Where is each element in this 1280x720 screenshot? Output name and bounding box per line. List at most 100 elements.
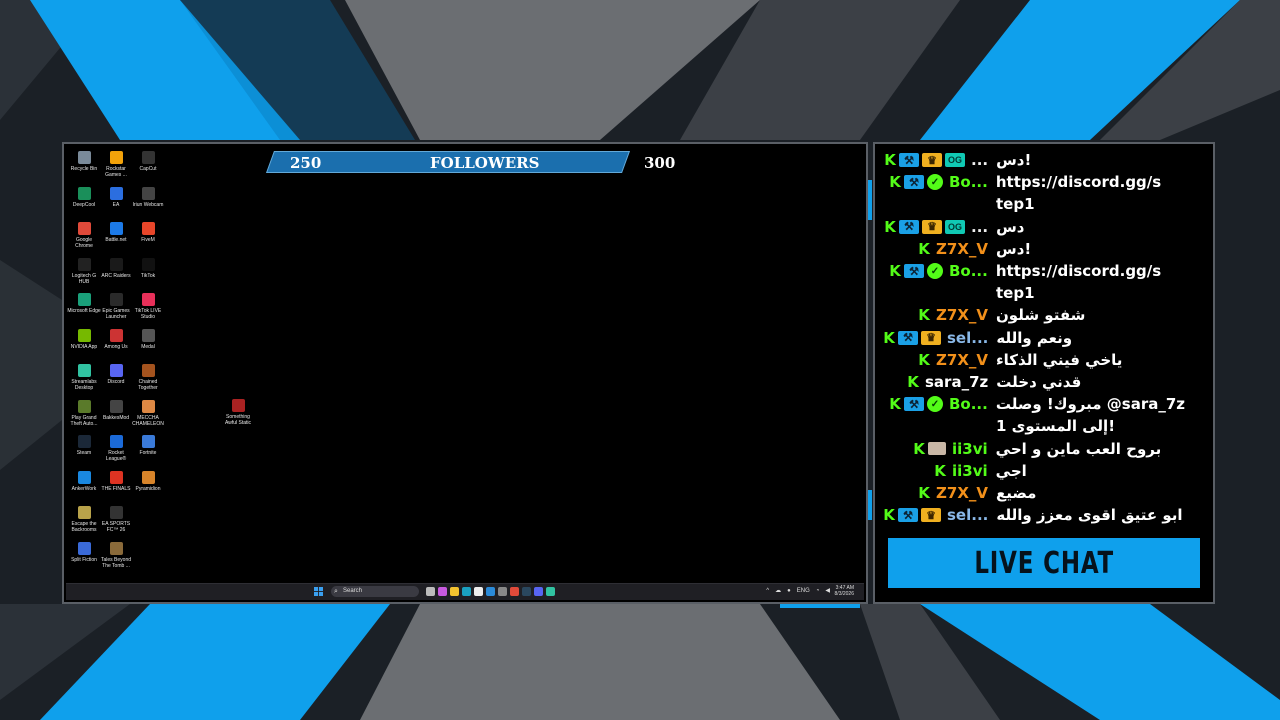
chrome-taskbar-icon[interactable]	[510, 587, 519, 596]
chat-username[interactable]: sel...	[947, 506, 988, 524]
desktop-icon-fivem[interactable]: FiveM	[132, 219, 164, 255]
something-awful-icon	[231, 399, 245, 412]
kick-badge-icon: K	[934, 461, 946, 480]
desktop-icon-edge[interactable]: Microsoft Edge	[67, 290, 101, 326]
desktop-icon-deepcool[interactable]: DeepCool	[68, 184, 100, 220]
discord-taskbar-icon[interactable]	[534, 587, 543, 596]
desktop-icon-pyramidion[interactable]: Pyramidion	[132, 468, 164, 504]
desktop-icon-streamlabs[interactable]: Streamlabs Desktop	[68, 361, 100, 397]
desktop-icon-chained[interactable]: Chained Together	[132, 361, 164, 397]
desktop-icon-among-us[interactable]: Among Us	[100, 326, 132, 362]
steam-taskbar-icon[interactable]	[522, 587, 531, 596]
desktop-icon-split-fiction[interactable]: Split Fiction	[68, 539, 100, 575]
windows-start-icon[interactable]	[314, 587, 323, 596]
verified-badge-icon: ✓	[927, 396, 943, 413]
chat-username[interactable]: Z7X_V	[936, 484, 988, 502]
desktop-icon-arc-raiders[interactable]: ARC Raiders	[100, 255, 132, 291]
chat-username[interactable]: ii3vi	[952, 462, 988, 480]
volume-icon[interactable]: ◀	[825, 587, 830, 596]
ghub-icon	[77, 257, 91, 271]
desktop-icon-steam[interactable]: Steam	[68, 432, 100, 468]
chat-username[interactable]: Z7X_V	[936, 351, 988, 369]
desktop-icon-nvidia[interactable]: NVIDIA App	[68, 326, 100, 362]
chat-message: K ⚒ ♛ OG... دس!	[884, 149, 1031, 171]
desktop-icon-battlenet[interactable]: Battle.net	[100, 219, 132, 255]
moderator-badge-icon: ⚒	[898, 508, 918, 523]
chat-username[interactable]: Bo...	[949, 395, 988, 413]
emote-avatar-icon	[928, 442, 946, 456]
desktop-icon-ea[interactable]: EA	[100, 184, 132, 220]
desktop-icon-tiktok-live[interactable]: TikTok LIVE Studio	[132, 290, 164, 326]
chat-username[interactable]: Z7X_V	[936, 306, 988, 324]
desktop-icon-webcam[interactable]: Iriun Webcam	[132, 184, 164, 220]
desktop-icon-meccha[interactable]: MECCHA CHAMELEON	[132, 397, 164, 433]
copilot-icon[interactable]	[438, 587, 447, 596]
chat-message: Kii3vi اجي	[934, 460, 1027, 482]
cloud-icon[interactable]: ☁	[775, 587, 781, 596]
gta-icon	[77, 399, 91, 413]
chat-username[interactable]: sel...	[947, 329, 988, 347]
chat-username[interactable]: ii3vi	[952, 440, 988, 458]
desktop-icon-label: Split Fiction	[71, 556, 97, 563]
desktop-icon-tiktok[interactable]: TikTok	[132, 255, 164, 291]
battlenet-icon	[109, 222, 123, 235]
desktop-icon-chrome[interactable]: Google Chrome	[68, 219, 100, 255]
desktop-icon-ghub[interactable]: Logitech G HUB	[68, 255, 100, 291]
desktop-icon-something-awful-static[interactable]: Something Awful Static	[222, 396, 254, 426]
desktop-icon-recycle-bin[interactable]: Recycle Bin	[68, 148, 100, 184]
chat-username[interactable]: Z7X_V	[936, 240, 988, 258]
desktop-icon-gta[interactable]: Play Grand Theft Auto...	[68, 397, 100, 433]
medal-icon	[141, 328, 155, 342]
clock-date: 8/3/2026	[834, 591, 854, 597]
chat-username[interactable]: ...	[971, 218, 988, 236]
desktop-icon-fortnite[interactable]: Fortnite	[132, 432, 164, 468]
taskbar-clock[interactable]: 3:47 AM 8/3/2026	[835, 585, 854, 597]
desktop-icon-capcut[interactable]: CapCut	[132, 148, 164, 184]
chat-username[interactable]: sara_7z	[925, 373, 988, 391]
kick-badge-icon: K	[889, 395, 901, 414]
chat-badges: K	[918, 351, 930, 369]
kick-badge-icon: K	[889, 173, 901, 192]
store-icon[interactable]	[474, 587, 483, 596]
the-finals-icon	[109, 470, 123, 484]
verified-badge-icon: ✓	[927, 263, 943, 279]
desktop-icon-epic[interactable]: Epic Games Launcher	[100, 290, 132, 326]
desktop-icon-label: Something Awful Static	[224, 414, 252, 426]
chevron-up-icon[interactable]: ^	[766, 587, 769, 596]
file-explorer-icon[interactable]	[450, 587, 459, 596]
kick-badge-icon: K	[918, 306, 930, 325]
desktop-icon-label: MECCHA CHAMELEON	[132, 414, 164, 427]
desktop-icon-discord[interactable]: Discord	[100, 361, 132, 397]
desktop-icon-eafc[interactable]: EA SPORTS FC™ 26	[100, 503, 132, 539]
kick-badge-icon: K	[883, 328, 895, 347]
desktop-icon-ankerwork[interactable]: AnkerWork	[68, 468, 100, 504]
app-icon[interactable]	[486, 587, 495, 596]
chat-username[interactable]: Bo...	[949, 262, 988, 280]
wifi-icon[interactable]: ◔	[816, 587, 820, 596]
moderator-badge-icon: ⚒	[904, 397, 924, 412]
chat-message: K ⚒ ♛ sel... ابو عتيق اقوى معزز والله	[883, 504, 1182, 526]
desktop-icon-backrooms[interactable]: Escape the Backrooms	[68, 503, 100, 539]
language-indicator[interactable]: ENG	[797, 587, 810, 596]
streamlabs-taskbar-icon[interactable]	[546, 587, 555, 596]
mic-icon[interactable]: ●	[787, 587, 791, 596]
task-view-icon[interactable]	[426, 587, 435, 596]
edge-taskbar-icon[interactable]	[462, 587, 471, 596]
deepcool-icon	[77, 186, 91, 200]
desktop-icon-rocket-league[interactable]: Rocket League®	[100, 432, 132, 468]
desktop-icon-bakkesmod[interactable]: BakkesMod	[100, 397, 132, 433]
desktop-icon-tales[interactable]: Tales Beyond The Tomb ...	[100, 539, 132, 575]
chat-username[interactable]: ...	[971, 151, 988, 169]
desktop-icon-rockstar[interactable]: Rockstar Games ...	[100, 148, 132, 184]
chat-message-text: ونعم والله	[996, 328, 1073, 347]
desktop-icon-medal[interactable]: Medal	[132, 326, 164, 362]
chat-message-text: tep1	[996, 195, 1035, 214]
desktop-icon-label: Medal	[141, 343, 155, 350]
desktop-icon-the-finals[interactable]: THE FINALS	[100, 468, 132, 504]
chat-username[interactable]: Bo...	[949, 173, 988, 191]
chained-icon	[141, 364, 155, 377]
app-icon[interactable]	[498, 587, 507, 596]
taskbar-search-box[interactable]: ⌕ Search	[331, 586, 419, 597]
ea-icon	[109, 186, 123, 200]
chat-message-text: بروح العب ماين و احي	[995, 439, 1162, 458]
